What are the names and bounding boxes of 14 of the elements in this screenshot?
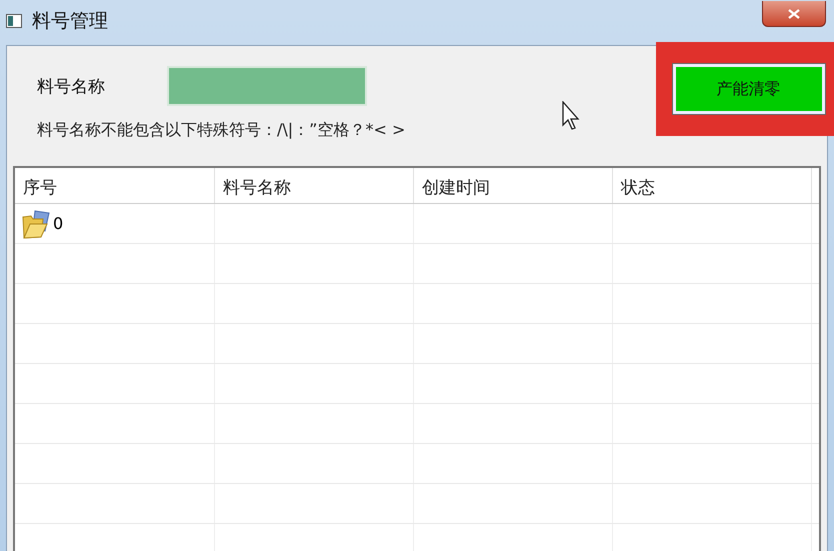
table-cell: 0: [53, 214, 64, 233]
clear-capacity-button[interactable]: 产能清零: [672, 64, 824, 114]
window-icon: [6, 14, 22, 28]
input-field[interactable]: [167, 66, 367, 106]
column-header[interactable]: 状态: [613, 168, 812, 203]
mouse-pointer-icon: [562, 101, 582, 131]
column-header[interactable]: 序号: [15, 168, 215, 203]
close-icon: [788, 8, 800, 18]
hint-text: 料号名称不能包含以下特殊符号：/\|：”空格？*< >: [37, 120, 406, 141]
column-header[interactable]: 料号名称: [215, 168, 414, 203]
field-label: 料号名称: [37, 76, 105, 98]
window-title: 料号管理: [32, 9, 108, 34]
column-header[interactable]: 创建时间: [414, 168, 613, 203]
close-button[interactable]: [762, 1, 826, 27]
